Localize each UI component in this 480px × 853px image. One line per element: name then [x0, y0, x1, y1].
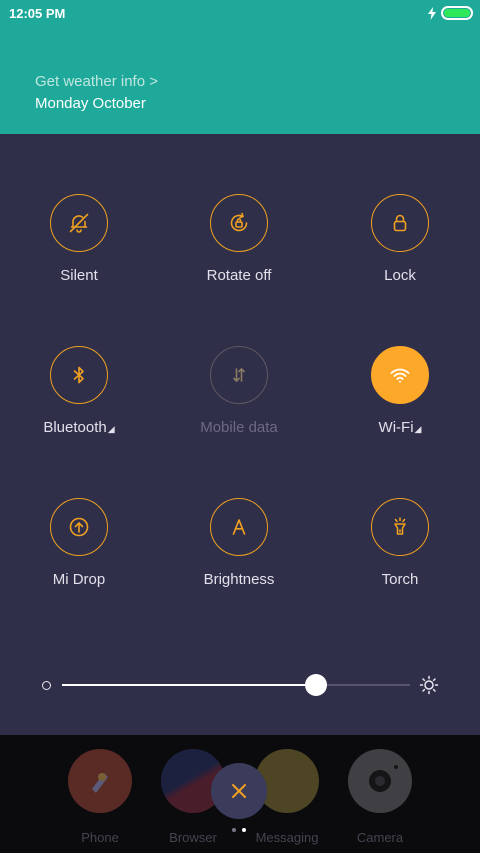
toggle-bluetooth[interactable]: Bluetooth◢ — [0, 346, 159, 438]
bluetooth-icon — [50, 346, 108, 404]
toggle-label: Lock — [384, 267, 416, 284]
app-label: Camera — [356, 830, 404, 845]
app-label: Phone — [81, 830, 119, 845]
quick-settings-panel: Silent Rotate off Lock Bluetooth◢ Mobile… — [0, 134, 480, 735]
toggle-brightness[interactable]: Brightness — [159, 498, 319, 590]
app-label: Messaging — [255, 830, 319, 845]
status-indicators — [428, 6, 473, 20]
brightness-thumb[interactable] — [305, 674, 328, 696]
mobile-data-icon — [210, 346, 268, 404]
lock-icon — [371, 194, 429, 252]
bolt-icon — [428, 6, 436, 20]
page-dot — [242, 828, 246, 832]
date-text: Monday October — [35, 95, 146, 112]
toggle-label: Silent — [60, 267, 98, 284]
clear-all-button[interactable] — [211, 763, 267, 819]
flashlight-icon — [371, 498, 429, 556]
toggle-label: Mi Drop — [52, 571, 106, 588]
upload-icon — [50, 498, 108, 556]
brightness-high-icon — [419, 675, 439, 695]
recent-app-phone[interactable]: Phone — [55, 749, 145, 845]
app-label: Browser — [169, 830, 217, 845]
status-bar: 12:05 PM — [0, 0, 480, 26]
toggle-label: Torch — [381, 571, 419, 588]
toggle-lock[interactable]: Lock — [320, 194, 480, 286]
toggle-label: Brightness — [203, 571, 275, 588]
submenu-indicator[interactable]: ◢ — [415, 424, 422, 434]
toggle-torch[interactable]: Torch — [320, 498, 480, 590]
toggle-label: Bluetooth◢ — [43, 419, 115, 436]
recent-app-camera[interactable]: Camera — [335, 749, 425, 845]
close-icon — [232, 784, 246, 798]
toggle-mi-drop[interactable]: Mi Drop — [0, 498, 159, 590]
toggle-label: Wi-Fi◢ — [378, 419, 422, 436]
battery-icon — [441, 6, 473, 20]
camera-app-icon — [348, 749, 412, 813]
submenu-indicator[interactable]: ◢ — [108, 424, 115, 434]
toggle-rotate[interactable]: Rotate off — [159, 194, 319, 286]
toggle-wifi[interactable]: Wi-Fi◢ — [320, 346, 480, 438]
toggle-silent[interactable]: Silent — [0, 194, 159, 286]
brightness-track[interactable] — [62, 674, 410, 696]
toggle-label: Rotate off — [206, 267, 272, 284]
toggle-label: Mobile data — [200, 419, 278, 436]
notification-header: Get weather info > Monday October — [0, 26, 480, 134]
wifi-icon — [371, 346, 429, 404]
page-dot — [232, 828, 236, 832]
bell-off-icon — [50, 194, 108, 252]
weather-link[interactable]: Get weather info > — [35, 73, 158, 90]
auto-brightness-icon — [210, 498, 268, 556]
rotate-lock-icon — [210, 194, 268, 252]
status-time: 12:05 PM — [9, 6, 66, 21]
brightness-slider[interactable] — [0, 670, 480, 700]
phone-app-icon — [68, 749, 132, 813]
page-indicator — [232, 828, 246, 832]
brightness-fill — [62, 684, 317, 686]
toggle-mobile-data[interactable]: Mobile data — [159, 346, 319, 438]
brightness-low-icon — [42, 681, 51, 690]
